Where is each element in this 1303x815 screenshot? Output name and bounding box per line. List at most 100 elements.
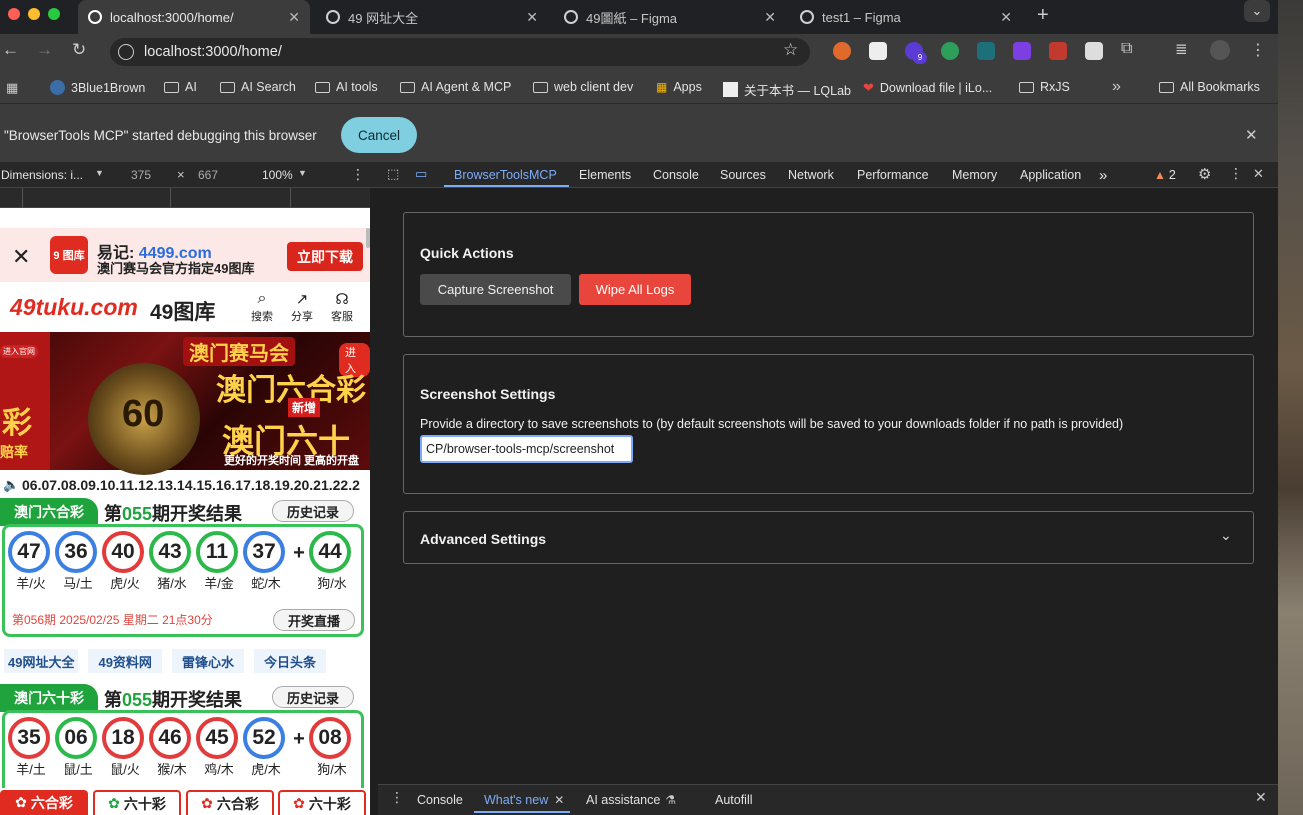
devtools-tab-network[interactable]: Network [788,162,834,188]
drawer-tab-console[interactable]: Console [417,784,463,815]
close-tab-icon[interactable]: ✕ [1000,9,1012,26]
bottom-tab-active[interactable]: ✿ 六合彩 [0,790,88,815]
devtools-tab-console[interactable]: Console [653,162,699,188]
device-menu-icon[interactable]: ⋮ [351,166,365,183]
close-devtools-icon[interactable]: ✕ [1253,166,1264,182]
profile-avatar[interactable] [1210,40,1230,60]
device-width-input[interactable]: 375 [131,168,151,182]
bookmark-item[interactable]: 关于本书 — LQLab [723,80,851,99]
bookmark-folder[interactable]: AI tools [315,80,378,94]
site-info-icon[interactable] [118,44,134,60]
devtools-tab-memory[interactable]: Memory [952,162,997,188]
extension-icon[interactable] [833,42,851,60]
drawer-menu-icon[interactable]: ⋮ [390,789,404,806]
bookmark-folder[interactable]: AI Search [220,80,296,94]
ball-number: 08 [309,717,351,759]
wipe-all-logs-button[interactable]: Wipe All Logs [579,274,691,305]
devtools-tab-sources[interactable]: Sources [720,162,766,188]
close-tab-icon[interactable]: ✕ [526,9,538,26]
search-nav-item[interactable]: ⌕ 搜索 [250,290,274,324]
close-tab-icon[interactable]: ✕ [288,9,300,26]
bottom-tab[interactable]: ✿ 六十彩 [278,790,366,815]
drawer-tab-ai-assistance[interactable]: AI assistance ⚗ [586,784,676,815]
media-query-ruler [0,188,370,208]
forward-arrow-icon[interactable]: → [36,40,53,60]
new-tab-button[interactable]: + [1037,4,1049,27]
screenshot-path-input[interactable]: CP/browser-tools-mcp/screenshot [420,435,633,463]
more-tabs-button[interactable]: » [1099,162,1107,188]
bookmark-folder[interactable]: RxJS [1019,80,1070,94]
bookmark-star-icon[interactable]: ☆ [783,40,798,60]
close-tab-icon[interactable]: ✕ [554,793,564,807]
apps-grid-icon[interactable]: ▦ [6,80,18,96]
live-draw-button[interactable]: 开奖直播 [273,609,355,631]
device-height-input[interactable]: 667 [198,168,218,182]
quick-links: 49网址大全 49资料网 雷锋心水 今日头条 [0,649,370,673]
settings-gear-icon[interactable]: ⚙ [1198,165,1211,183]
browser-tab[interactable]: 49 网址大全 ✕ [316,0,548,34]
back-arrow-icon[interactable]: ← [2,40,19,60]
site-logo[interactable]: 49tuku.com [10,294,138,321]
bookmark-folder[interactable]: AI Agent & MCP [400,80,511,94]
browser-tab-active[interactable]: localhost:3000/home/ ✕ [78,0,310,34]
tab-search-chevron-down-icon[interactable]: ⌄ [1244,0,1270,22]
browser-tab[interactable]: 49圖紙 – Figma ✕ [554,0,786,34]
inspect-element-icon[interactable]: ⬚ [387,166,399,182]
devtools-tab-elements[interactable]: Elements [579,162,631,188]
close-infobar-icon[interactable]: ✕ [1245,126,1258,144]
minimize-window-button[interactable] [28,8,40,20]
extension-icon[interactable] [1013,42,1031,60]
qr-code-extension-icon[interactable] [869,42,887,60]
capture-screenshot-button[interactable]: Capture Screenshot [420,274,571,305]
browser-menu-icon[interactable]: ⋮ [1250,40,1266,60]
close-window-button[interactable] [8,8,20,20]
drawer-tab-autofill[interactable]: Autofill [715,784,753,815]
chevron-down-icon[interactable]: ⌄ [1220,527,1232,544]
devtools-tab-application[interactable]: Application [1020,162,1081,188]
bookmarks-overflow-button[interactable]: » [1112,78,1121,96]
history-button[interactable]: 历史记录 [272,500,354,522]
lottery-name[interactable]: 澳门六十彩 [0,684,98,712]
history-button[interactable]: 历史记录 [272,686,354,708]
address-bar[interactable]: localhost:3000/home/ [110,38,810,66]
media-controls-icon[interactable]: ≣ [1175,40,1188,58]
dropdown-arrow-icon[interactable]: ▼ [95,168,104,178]
quick-link[interactable]: 49网址大全 [4,649,79,673]
quick-link[interactable]: 雷锋心水 [171,649,244,673]
close-ad-icon[interactable]: ✕ [12,246,30,268]
bookmark-item[interactable]: 3Blue1Brown [50,80,145,95]
enter-site-badge[interactable]: 进入官网 [0,345,38,358]
close-drawer-icon[interactable]: ✕ [1255,789,1267,806]
quick-link[interactable]: 49资料网 [88,649,162,673]
warnings-indicator[interactable]: ▲ 2 [1154,162,1176,188]
extension-icon[interactable] [1049,42,1067,60]
bookmark-item[interactable]: ▦ Apps [656,80,702,94]
maximize-window-button[interactable] [48,8,60,20]
dropdown-arrow-icon[interactable]: ▼ [298,168,307,178]
bottom-tab[interactable]: ✿ 六十彩 [93,790,181,815]
extension-icon[interactable] [977,42,995,60]
browser-tab[interactable]: test1 – Figma ✕ [790,0,1022,34]
service-nav-item[interactable]: ☊ 客服 [330,290,354,324]
robot-extension-icon[interactable] [941,42,959,60]
bookmark-folder[interactable]: web client dev [533,80,633,94]
quick-link[interactable]: 今日头条 [253,649,326,673]
share-nav-item[interactable]: ↗ 分享 [290,290,314,324]
extension-icon[interactable] [1085,42,1103,60]
lottery-name[interactable]: 澳门六合彩 [0,498,98,526]
device-toggle-icon[interactable]: ▭ [415,166,427,182]
cancel-debugging-button[interactable]: Cancel [341,117,417,153]
close-tab-icon[interactable]: ✕ [764,9,776,26]
all-bookmarks-folder[interactable]: All Bookmarks [1159,80,1260,94]
download-app-button[interactable]: 立即下载 [287,242,363,271]
devtools-menu-icon[interactable]: ⋮ [1229,165,1243,182]
reload-icon[interactable]: ↻ [72,40,86,60]
advanced-settings-card[interactable]: Advanced Settings ⌄ [403,511,1254,564]
device-dimensions-select[interactable]: Dimensions: i... [1,168,83,182]
bottom-tab[interactable]: ✿ 六合彩 [186,790,274,815]
extensions-puzzle-icon[interactable]: ⧉ [1121,40,1132,58]
zoom-select[interactable]: 100% [262,168,293,182]
bookmark-folder[interactable]: AI [164,80,197,94]
bookmark-item[interactable]: ❤ Download file | iLo... [863,80,992,96]
devtools-tab-performance[interactable]: Performance [857,162,929,188]
